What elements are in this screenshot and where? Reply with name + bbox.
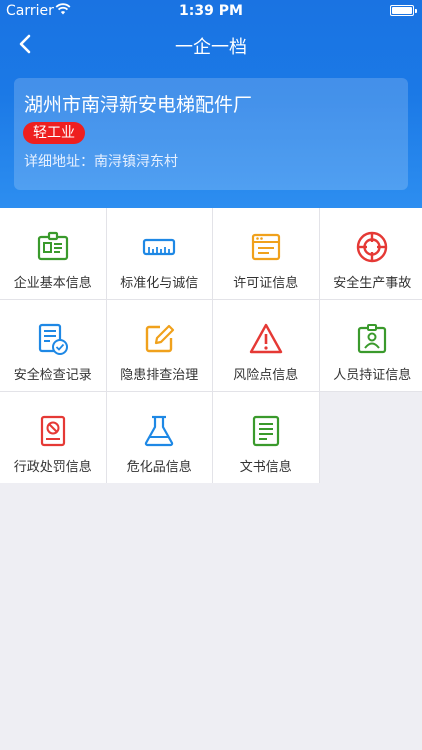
menu-item-label: 安全检查记录 bbox=[13, 368, 92, 383]
badge-person-icon bbox=[358, 324, 387, 354]
menu-item-hazard[interactable]: 隐患排查治理 bbox=[106, 300, 212, 391]
empty-cell bbox=[319, 392, 422, 483]
edit-icon bbox=[146, 324, 175, 353]
company-name: 湖州市南浔新安电梯配件厂 bbox=[24, 94, 253, 116]
menu-item-label: 企业基本信息 bbox=[13, 276, 92, 291]
menu-item-label: 文书信息 bbox=[239, 460, 292, 475]
license-window-icon bbox=[251, 233, 280, 261]
company-card: 湖州市南浔新安电梯配件厂 轻工业 详细地址：南浔镇浔东村 bbox=[14, 78, 408, 190]
menu-item-label: 标准化与诚信 bbox=[120, 276, 199, 291]
menu-item-label: 危化品信息 bbox=[126, 460, 192, 475]
inspection-doc-icon bbox=[38, 323, 68, 355]
page-title: 一企一档 bbox=[175, 37, 247, 58]
ruler-icon bbox=[143, 238, 176, 256]
id-card-icon bbox=[37, 231, 68, 261]
menu-item-personnel-cert[interactable]: 人员持证信息 bbox=[319, 300, 422, 391]
menu-item-label: 行政处罚信息 bbox=[13, 460, 92, 475]
menu-item-penalty[interactable]: 行政处罚信息 bbox=[0, 392, 106, 483]
address-row: 详细地址：南浔镇浔东村 bbox=[24, 151, 178, 171]
address-label: 详细地址： bbox=[24, 154, 94, 170]
menu-item-inspection[interactable]: 安全检查记录 bbox=[0, 300, 106, 391]
menu-item-accidents[interactable]: 安全生产事故 bbox=[319, 208, 422, 299]
menu-item-label: 风险点信息 bbox=[233, 368, 299, 383]
document-icon bbox=[252, 415, 279, 447]
battery-icon bbox=[390, 5, 417, 16]
address-value: 南浔镇浔东村 bbox=[94, 154, 178, 170]
warning-icon bbox=[249, 323, 282, 354]
menu-grid: 企业基本信息 标准化与诚信 许可证信息 安全生产事故 安全检查记录 隐患排查治理… bbox=[0, 208, 422, 483]
clock: 1:39 PM bbox=[179, 3, 243, 19]
header: Carrier 1:39 PM 一企一档 湖州市南浔新安电梯配件厂 轻工业 详细… bbox=[0, 0, 422, 208]
flask-icon bbox=[145, 415, 174, 447]
menu-item-risk[interactable]: 风险点信息 bbox=[213, 300, 319, 391]
menu-item-documents[interactable]: 文书信息 bbox=[213, 392, 319, 483]
menu-item-label: 隐患排查治理 bbox=[120, 368, 199, 383]
menu-item-basic-info[interactable]: 企业基本信息 bbox=[0, 208, 106, 299]
status-bar: Carrier 1:39 PM bbox=[0, 0, 422, 22]
menu-item-label: 许可证信息 bbox=[233, 276, 299, 291]
industry-badge: 轻工业 bbox=[23, 122, 85, 144]
menu-item-label: 安全生产事故 bbox=[333, 276, 412, 291]
menu-item-standardization[interactable]: 标准化与诚信 bbox=[106, 208, 212, 299]
nav-bar: 一企一档 bbox=[0, 22, 422, 66]
menu-item-license[interactable]: 许可证信息 bbox=[213, 208, 319, 299]
menu-item-hazardous-chemicals[interactable]: 危化品信息 bbox=[106, 392, 212, 483]
menu-item-label: 人员持证信息 bbox=[333, 368, 412, 383]
target-icon bbox=[357, 231, 388, 263]
prohibit-doc-icon bbox=[40, 415, 65, 447]
